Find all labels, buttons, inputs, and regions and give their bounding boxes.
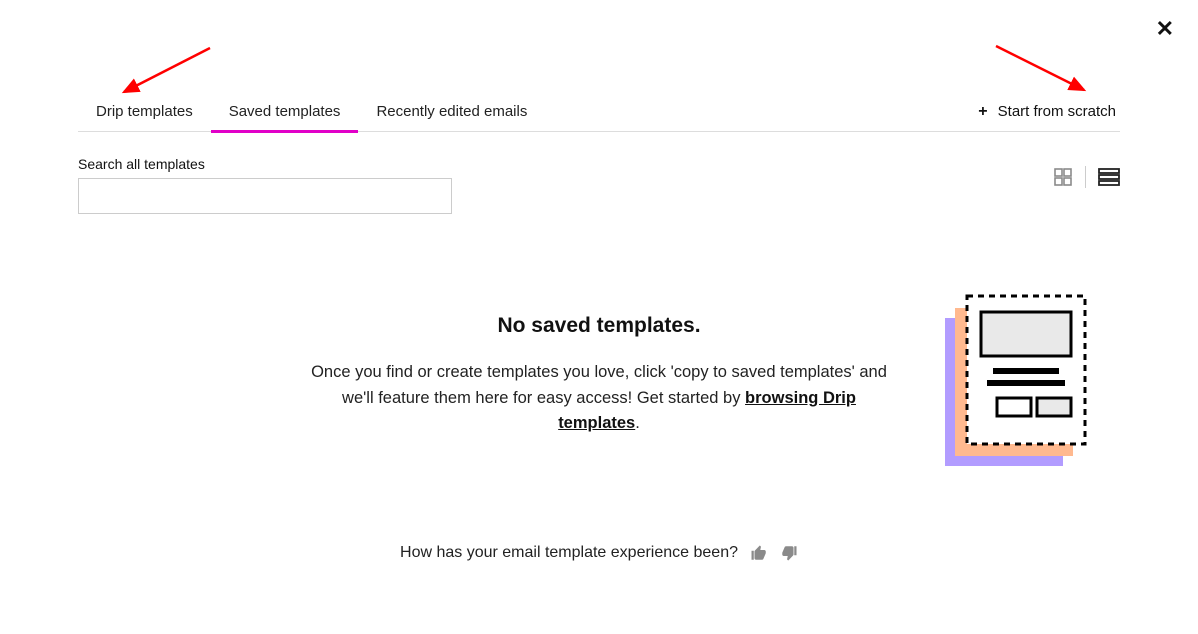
feedback-row: How has your email template experience b… [400,544,798,562]
thumbs-down-icon[interactable] [780,544,798,562]
feedback-prompt: How has your email template experience b… [400,544,738,562]
annotation-arrow-right [990,40,1100,100]
search-input[interactable] [78,178,452,214]
close-icon[interactable]: ✕ [1156,18,1174,40]
tab-bar: Drip templates Saved templates Recently … [78,92,1120,132]
start-from-scratch-label: Start from scratch [998,103,1116,120]
view-toggle-divider [1085,166,1086,188]
search-label: Search all templates [78,156,452,172]
start-from-scratch-button[interactable]: + Start from scratch [978,103,1120,120]
empty-state-description: Once you find or create templates you lo… [299,360,899,437]
thumbs-up-icon[interactable] [750,544,768,562]
tab-saved-templates[interactable]: Saved templates [211,92,359,132]
plus-icon: + [978,104,987,120]
search-row: Search all templates [78,156,1120,214]
tab-recently-edited[interactable]: Recently edited emails [358,92,545,132]
empty-state-illustration [945,294,1090,474]
empty-state: No saved templates. Once you find or cre… [78,314,1120,514]
view-toggle [1053,156,1120,188]
tab-drip-templates[interactable]: Drip templates [78,92,211,132]
main-container: Drip templates Saved templates Recently … [78,92,1120,514]
empty-state-title: No saved templates. [299,314,899,338]
list-view-icon[interactable] [1098,167,1120,187]
empty-state-desc-suffix: . [635,414,640,432]
grid-view-icon[interactable] [1053,167,1073,187]
